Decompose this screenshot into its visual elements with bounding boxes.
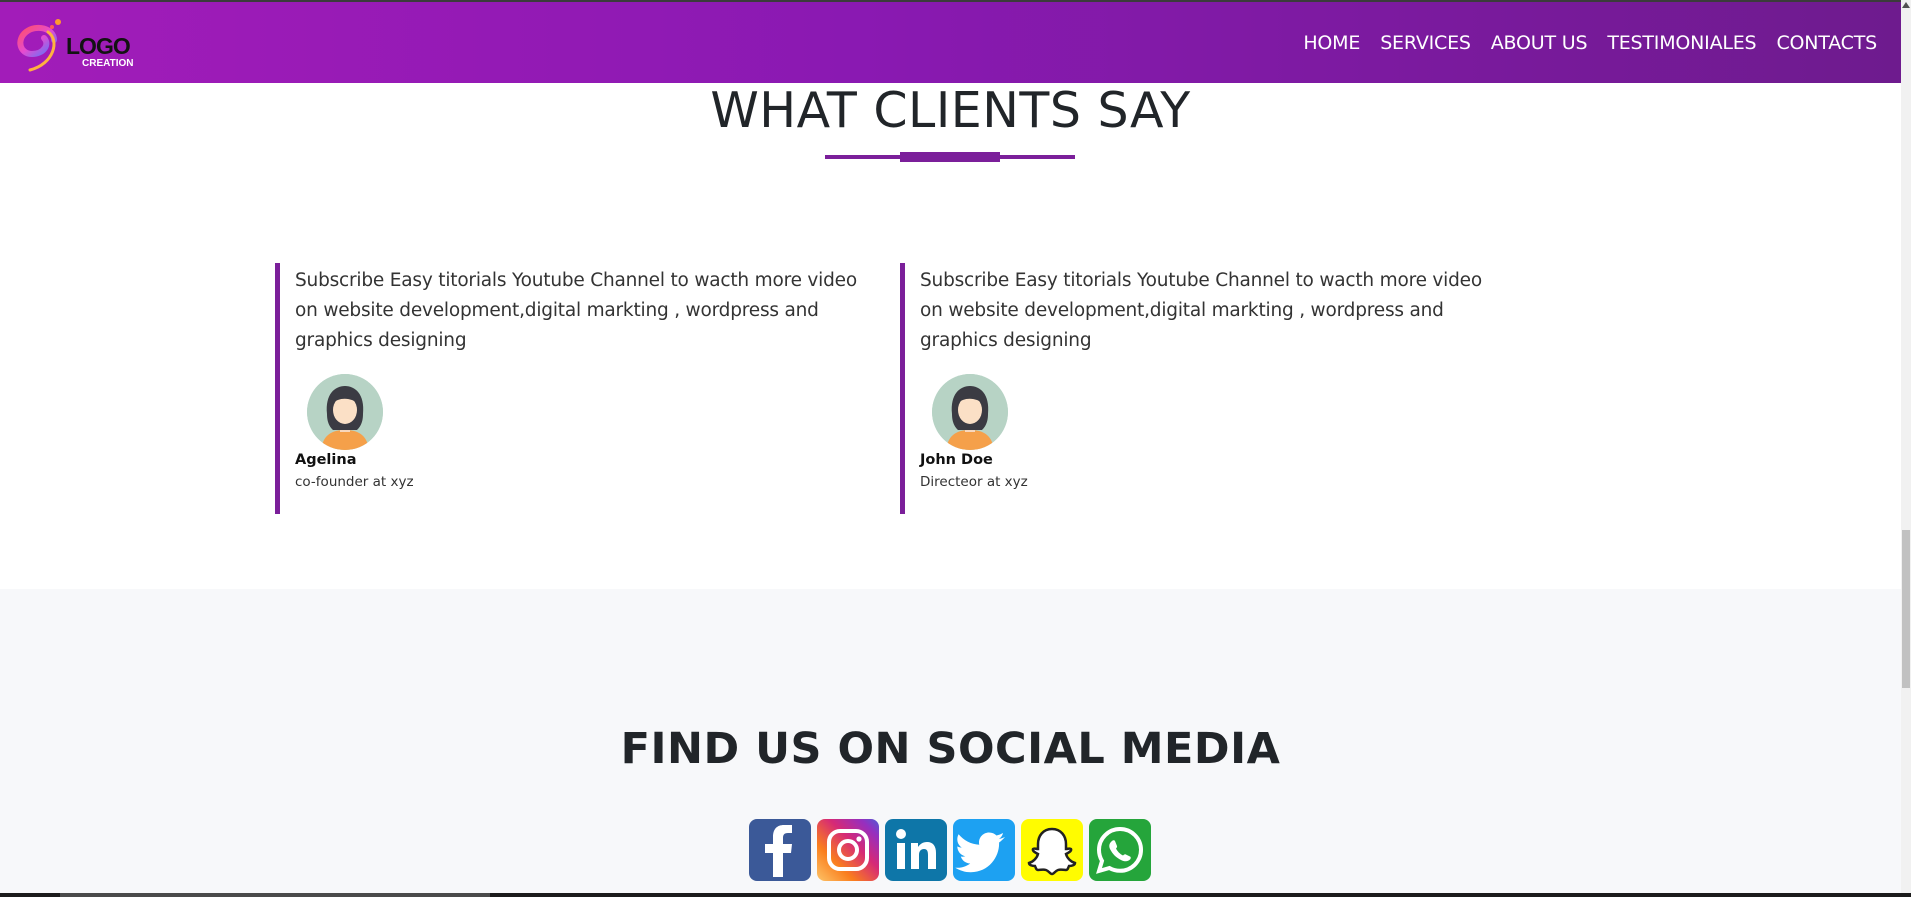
scroll-up-icon[interactable] bbox=[1902, 2, 1910, 8]
testimonial-name: Agelina bbox=[295, 452, 357, 468]
testimonial-role: co-founder at xyz bbox=[295, 474, 414, 490]
section-title: WHAT CLIENTS SAY bbox=[710, 82, 1191, 139]
navbar: LOGO CREATION HOME SERVICES ABOUT US TES… bbox=[0, 2, 1901, 83]
nav-home[interactable]: HOME bbox=[1303, 32, 1360, 54]
avatar bbox=[932, 374, 1008, 450]
instagram-icon[interactable] bbox=[817, 819, 879, 881]
facebook-icon[interactable] bbox=[749, 819, 811, 881]
scroll-thumb[interactable] bbox=[1902, 530, 1910, 688]
female-avatar-icon bbox=[932, 374, 1008, 450]
taskbar-highlight bbox=[60, 893, 490, 897]
nav-services[interactable]: SERVICES bbox=[1380, 32, 1471, 54]
nav-about-us[interactable]: ABOUT US bbox=[1491, 32, 1588, 54]
avatar bbox=[307, 374, 383, 450]
nav-testimonials[interactable]: TESTIMONIALES bbox=[1607, 32, 1756, 54]
snapchat-icon[interactable] bbox=[1021, 819, 1083, 881]
logo-subtext: CREATION bbox=[82, 57, 134, 69]
nav-menu: HOME SERVICES ABOUT US TESTIMONIALES CON… bbox=[1303, 32, 1877, 54]
testimonial-quote: Subscribe Easy titorials Youtube Channel… bbox=[920, 270, 1482, 351]
social-title: FIND US ON SOCIAL MEDIA bbox=[620, 724, 1281, 774]
nav-contacts[interactable]: CONTACTS bbox=[1776, 32, 1877, 54]
testimonial-card: Subscribe Easy titorials Youtube Channel… bbox=[900, 263, 1490, 514]
testimonial-card: Subscribe Easy titorials Youtube Channel… bbox=[275, 263, 865, 514]
female-avatar-icon bbox=[307, 374, 383, 450]
logo[interactable]: LOGO CREATION bbox=[14, 10, 139, 76]
testimonial-role: Directeor at xyz bbox=[920, 474, 1028, 490]
twitter-icon[interactable] bbox=[953, 819, 1015, 881]
linkedin-icon[interactable] bbox=[885, 819, 947, 881]
title-divider-accent bbox=[900, 152, 1000, 162]
testimonial-name: John Doe bbox=[920, 452, 993, 468]
social-icons bbox=[749, 819, 1151, 881]
logo-swirl-icon bbox=[17, 18, 61, 71]
whatsapp-icon[interactable] bbox=[1089, 819, 1151, 881]
logo-word: LOGO bbox=[66, 32, 131, 59]
testimonial-quote: Subscribe Easy titorials Youtube Channel… bbox=[295, 270, 857, 351]
page-scrollbar[interactable] bbox=[1901, 0, 1911, 893]
social-section: FIND US ON SOCIAL MEDIA bbox=[0, 589, 1901, 893]
